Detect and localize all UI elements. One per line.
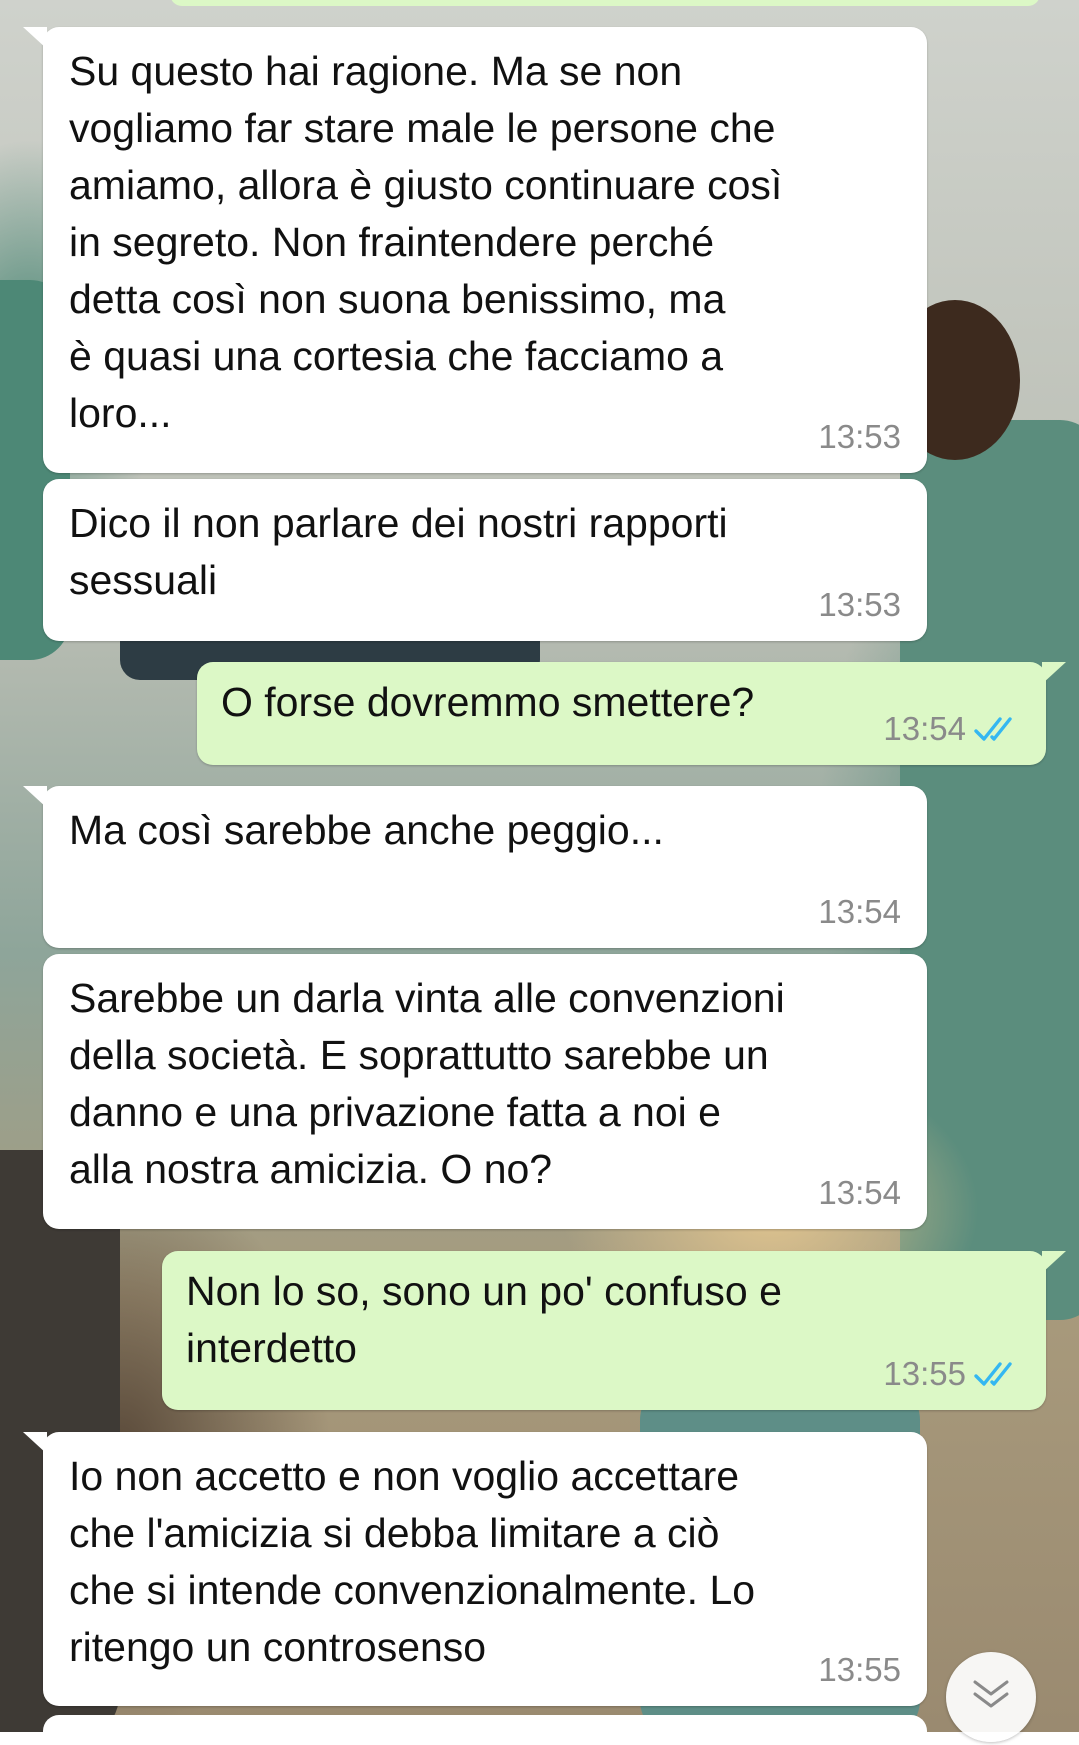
- scroll-to-bottom-button[interactable]: [946, 1652, 1036, 1742]
- double-check-icon: [974, 1361, 1012, 1386]
- bubble-tail: [23, 27, 47, 49]
- outgoing-message[interactable]: O forse dovremmo smettere? 13:54: [197, 662, 1066, 765]
- incoming-message[interactable]: Dico il non parlare dei nostri rapporti …: [43, 479, 927, 641]
- message-time: 13:53: [818, 418, 901, 455]
- chevron-double-down-icon: [973, 1680, 1009, 1708]
- next-incoming-bubble[interactable]: [43, 1715, 927, 1745]
- message-meta: 13:54: [818, 883, 901, 940]
- message-text: Io non accetto e non voglio accettare ch…: [69, 1453, 756, 1670]
- message-text: Dico il non parlare dei nostri rapporti …: [69, 500, 728, 603]
- message-meta: 13:53: [818, 576, 901, 633]
- double-check-icon: [974, 716, 1012, 741]
- message-meta: 13:54: [818, 1164, 901, 1221]
- message-time: 13:54: [818, 893, 901, 930]
- message-time: 13:55: [818, 1651, 901, 1688]
- bubble-tail: [23, 786, 47, 808]
- message-time: 13:55: [883, 1355, 966, 1392]
- message-meta: 13:54: [883, 700, 1020, 757]
- outgoing-message[interactable]: Non lo so, sono un po' confuso e interde…: [162, 1251, 1066, 1410]
- incoming-message[interactable]: Io non accetto e non voglio accettare ch…: [23, 1432, 927, 1706]
- message-text: Su questo hai ragione. Ma se non vogliam…: [69, 48, 783, 436]
- bubble-tail: [1042, 1251, 1066, 1273]
- incoming-message[interactable]: Sarebbe un darla vinta alle convenzioni …: [43, 954, 927, 1229]
- message-text: Ma così sarebbe anche peggio...: [69, 807, 664, 853]
- bubble-tail: [23, 1432, 47, 1454]
- message-meta: 13:53: [818, 408, 901, 465]
- incoming-message[interactable]: Su questo hai ragione. Ma se non vogliam…: [23, 27, 927, 473]
- message-time: 13:54: [883, 710, 966, 747]
- message-time: 13:53: [818, 586, 901, 623]
- incoming-message[interactable]: Ma così sarebbe anche peggio... 13:54: [23, 786, 927, 948]
- bubble-tail: [1042, 662, 1066, 684]
- message-time: 13:54: [818, 1174, 901, 1211]
- message-text: Sarebbe un darla vinta alle convenzioni …: [69, 975, 785, 1192]
- message-meta: 13:55: [818, 1641, 901, 1698]
- message-meta: 13:55: [883, 1345, 1020, 1402]
- previous-outgoing-bubble[interactable]: [170, 0, 1040, 6]
